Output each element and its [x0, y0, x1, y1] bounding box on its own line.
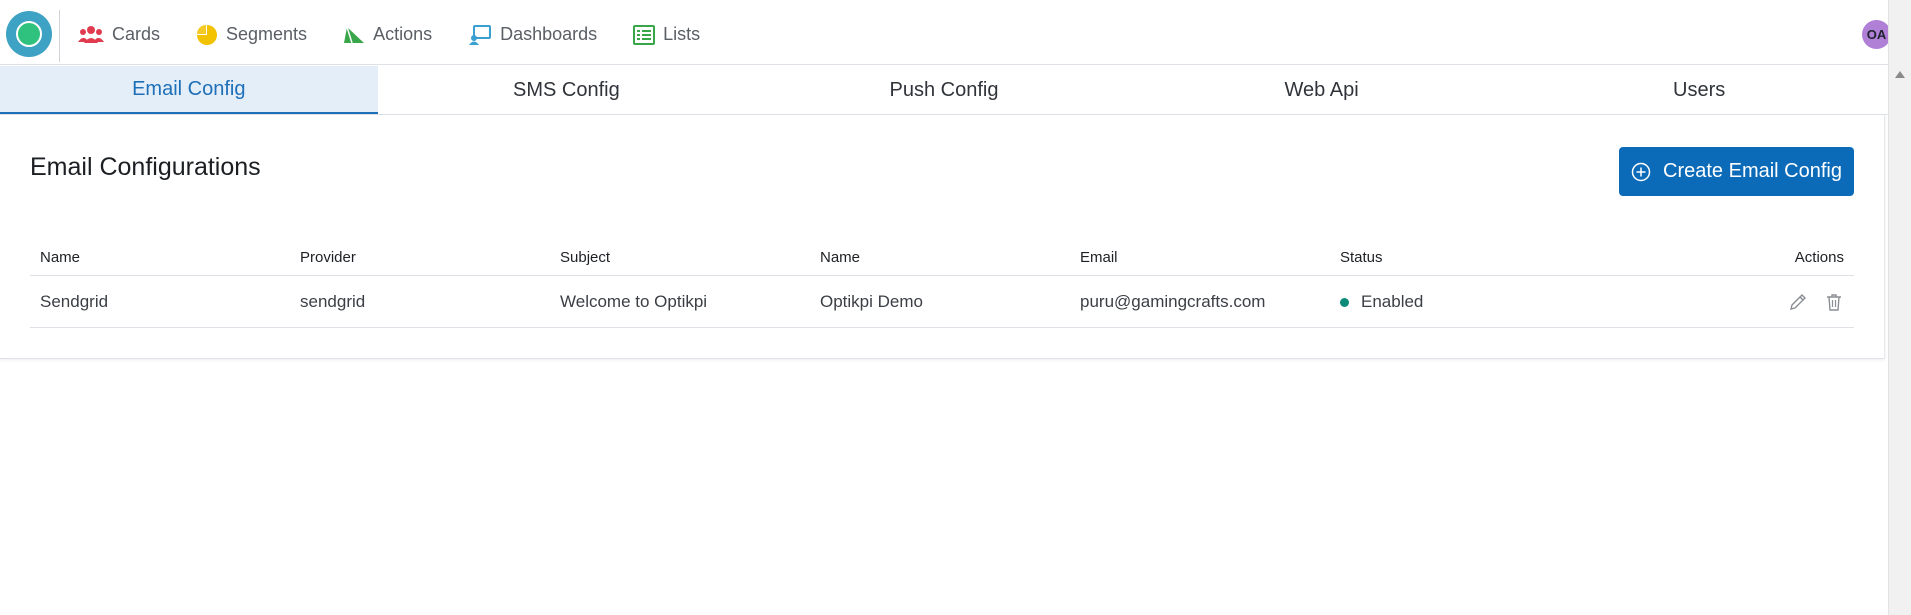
plus-circle-icon — [1631, 162, 1651, 181]
logo-divider — [59, 10, 60, 62]
tab-push-config[interactable]: Push Config — [755, 66, 1133, 114]
table-header-row: Name Provider Subject Name Email Status … — [30, 240, 1854, 276]
column-header-status[interactable]: Status — [1330, 249, 1590, 266]
nav-actions[interactable]: Actions — [343, 24, 432, 45]
nav-cards-label: Cards — [112, 24, 161, 44]
top-navbar: Cards Segments Actions Dashboards Lists … — [0, 4, 1891, 65]
email-config-table: Name Provider Subject Name Email Status … — [30, 240, 1854, 328]
app-logo[interactable] — [6, 11, 52, 57]
edit-icon[interactable] — [1788, 292, 1808, 312]
column-header-subject[interactable]: Subject — [550, 249, 810, 266]
column-header-provider[interactable]: Provider — [290, 249, 550, 266]
send-icon — [344, 26, 365, 43]
nav-segments-label: Segments — [226, 24, 308, 44]
cell-email: puru@gamingcrafts.com — [1080, 291, 1266, 311]
column-header-from-name[interactable]: Name — [810, 249, 1070, 266]
cell-provider: sendgrid — [300, 291, 366, 311]
column-header-actions: Actions — [1794, 249, 1844, 266]
cell-actions — [1590, 292, 1854, 312]
email-config-card: Email Configurations Create Email Config… — [0, 115, 1885, 359]
status-badge: Enabled — [1361, 291, 1424, 311]
tab-web-api[interactable]: Web Api — [1133, 66, 1511, 114]
status-dot-icon — [1340, 297, 1349, 307]
nav-lists[interactable]: Lists — [633, 24, 700, 45]
vertical-scrollbar[interactable] — [1888, 0, 1911, 615]
nav-cards[interactable]: Cards — [78, 24, 160, 45]
column-header-email[interactable]: Email — [1070, 249, 1330, 266]
nav-segments[interactable]: Segments — [196, 24, 307, 46]
tab-users[interactable]: Users — [1510, 66, 1888, 114]
column-header-name[interactable]: Name — [30, 249, 290, 266]
nav-actions-label: Actions — [373, 24, 433, 44]
user-avatar[interactable]: OA — [1862, 20, 1891, 49]
tab-email-config[interactable]: Email Config — [0, 66, 378, 114]
cell-from-name: Optikpi Demo — [820, 291, 923, 311]
scroll-up-arrow-icon[interactable] — [1895, 71, 1905, 78]
logo-circle-icon — [16, 21, 42, 47]
users-icon — [78, 25, 104, 43]
nav-dashboards-label: Dashboards — [500, 24, 598, 44]
dashboard-icon — [469, 24, 492, 45]
tab-sms-config[interactable]: SMS Config — [378, 66, 756, 114]
delete-icon[interactable] — [1824, 292, 1844, 312]
create-email-config-button[interactable]: Create Email Config — [1619, 147, 1854, 196]
cell-status: Enabled — [1330, 292, 1590, 312]
table-row[interactable]: Sendgrid sendgrid Welcome to Optikpi Opt… — [30, 276, 1854, 328]
cell-name: Sendgrid — [40, 291, 109, 311]
nav-dashboards[interactable]: Dashboards — [468, 24, 597, 45]
config-tabs: Email Config SMS Config Push Config Web … — [0, 66, 1888, 115]
page-title: Email Configurations — [30, 153, 261, 181]
nav-lists-label: Lists — [663, 24, 701, 44]
list-icon — [633, 24, 656, 45]
cell-subject: Welcome to Optikpi — [560, 291, 708, 311]
create-email-config-label: Create Email Config — [1663, 160, 1842, 182]
pie-chart-icon — [197, 24, 218, 45]
main-nav: Cards Segments Actions Dashboards Lists — [78, 4, 736, 65]
